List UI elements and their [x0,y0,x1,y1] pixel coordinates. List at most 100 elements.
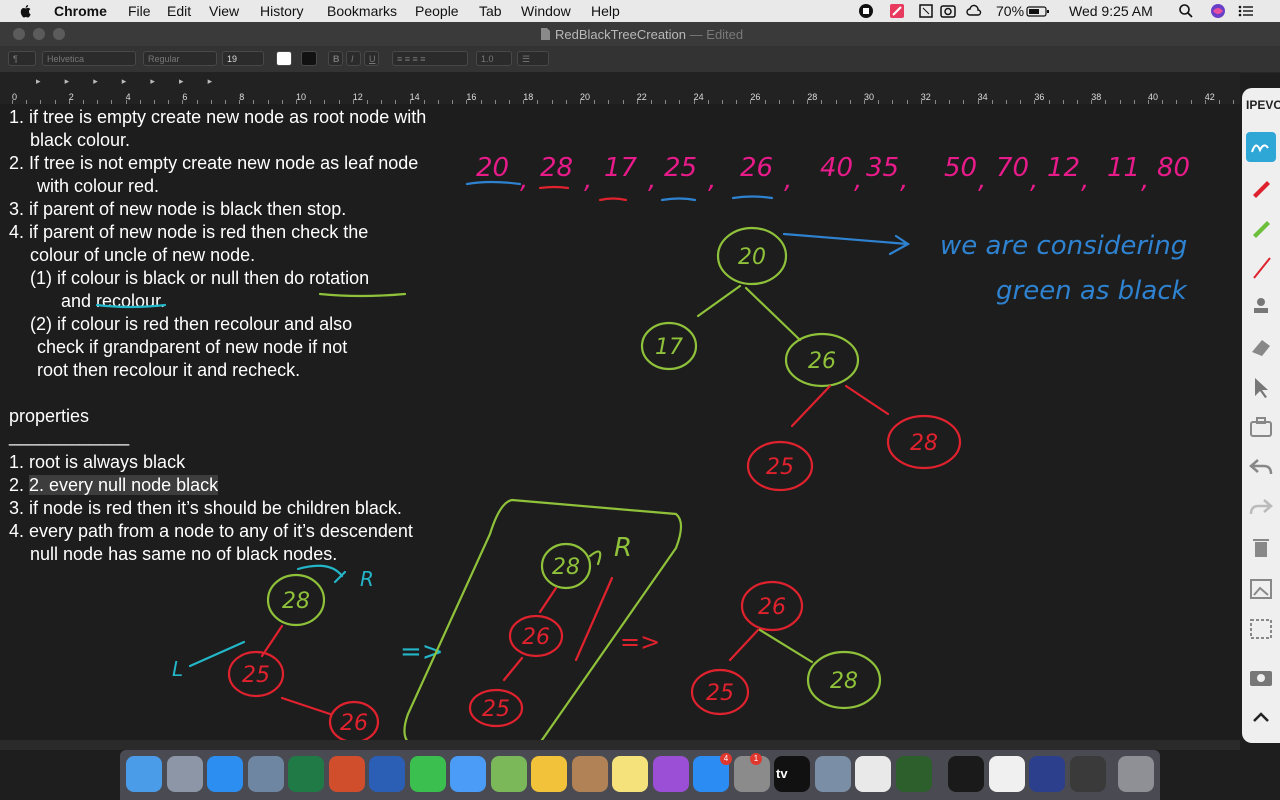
trash-icon[interactable] [1246,532,1276,562]
menu-view[interactable]: View [209,3,239,19]
apple-icon[interactable] [18,3,34,19]
rotation-arc [296,564,344,578]
safari-icon[interactable] [207,756,243,792]
pointer-icon[interactable] [1246,372,1276,402]
camera-icon[interactable] [1246,662,1276,692]
underline-button[interactable]: U [364,51,379,66]
spotlight-search-icon[interactable] [1178,3,1194,19]
annotation-palette: IPEVO [1242,88,1280,743]
textedit-icon[interactable] [988,756,1025,792]
redo-icon[interactable] [1246,492,1276,522]
notification-center-icon[interactable] [1238,3,1254,19]
crop-icon[interactable] [918,3,934,19]
trash-icon[interactable] [1118,756,1154,792]
facetime-icon[interactable] [409,756,446,792]
battery-icon[interactable] [1026,3,1050,19]
notes-icon[interactable] [612,756,648,792]
minimize-window-button[interactable] [33,28,45,40]
activity-icon[interactable] [895,756,932,792]
menu-help[interactable]: Help [591,3,620,19]
green-pen-icon[interactable] [1246,212,1276,242]
bold-button[interactable]: B [328,51,343,66]
sequence-number: 70 [996,153,1029,183]
chrome-icon[interactable] [855,756,891,792]
ruler-tick-label: 10 [296,92,307,102]
sequence-comma: , [1030,165,1038,195]
tab-stop-marker[interactable]: ▸ [179,76,184,87]
cloud-icon[interactable] [966,3,982,19]
camera-icon[interactable] [940,3,956,19]
clock[interactable]: Wed 9:25 AM [1069,3,1153,19]
zoom-window-button[interactable] [53,28,65,40]
annotate-icon[interactable] [889,3,905,19]
contacts-icon[interactable] [571,756,608,792]
tree-edge [502,656,524,682]
app-menu[interactable]: Chrome [54,3,107,19]
menu-edit[interactable]: Edit [167,3,191,19]
tree-node-label: 25 [706,681,734,706]
record-icon[interactable] [858,3,874,19]
ruler-tick-label: 42 [1204,92,1215,102]
note-text: we are considering [940,231,1187,261]
list-style-select[interactable]: ☰ [517,51,549,66]
font-family-select[interactable]: Helvetica [42,51,136,66]
italic-button[interactable]: I [346,51,361,66]
tab-stop-marker[interactable]: ▸ [36,76,41,87]
sequence-underline [660,197,697,202]
word-icon[interactable] [369,756,405,792]
sequence-number: 25 [664,153,697,183]
menu-history[interactable]: History [260,3,304,19]
menu-window[interactable]: Window [521,3,571,19]
tab-stop-marker[interactable]: ▸ [150,76,155,87]
document-area[interactable]: 1. if tree is empty create new node as r… [0,104,1240,740]
menu-tab[interactable]: Tab [479,3,502,19]
text-color-swatch[interactable] [276,51,292,66]
undo-icon[interactable] [1246,452,1276,482]
powerpoint-icon[interactable] [328,756,365,792]
image-capture-icon[interactable] [814,756,851,792]
screenshot-icon[interactable] [1069,756,1106,792]
tab-stop-marker[interactable]: ▸ [208,76,213,87]
messages-icon[interactable] [450,756,486,792]
red-line-icon[interactable] [1246,252,1276,282]
tree-edge [280,696,332,716]
tab-stop-marker[interactable]: ▸ [65,76,70,87]
excel-icon[interactable] [288,756,324,792]
tree-edge [696,284,742,318]
tree-node-label: 25 [242,663,270,688]
collapse-chevron-icon[interactable] [1246,702,1276,732]
finder-icon[interactable] [126,756,162,792]
ruler-tick-label: 36 [1034,92,1045,102]
rotation-box [403,498,683,740]
menu-file[interactable]: File [128,3,151,19]
siri-icon[interactable] [1210,3,1226,19]
terminal-icon[interactable] [948,756,984,792]
font-size-field[interactable]: 19 [222,51,264,66]
close-window-button[interactable] [13,28,25,40]
preview-icon[interactable] [247,756,284,792]
toolbox-icon[interactable] [1246,412,1276,442]
ruler[interactable]: 0 2 4 6 8 10 12 14 16 18 20 22 24 26 28 30 32 34 36 38 40 42 ▸… [0,72,1249,104]
alignment-buttons[interactable]: ≡ ≡ ≡ ≡ [392,51,468,66]
eraser-icon[interactable] [1246,332,1276,362]
launchpad-icon[interactable] [166,756,203,792]
sequence-number: 17 [604,153,638,183]
quicktime-icon[interactable] [1029,756,1065,792]
capture-region-icon[interactable] [1246,614,1276,644]
screenshot-icon[interactable] [1246,574,1276,604]
horizontal-scrollbar[interactable] [0,740,1240,750]
font-style-select[interactable]: Regular [143,51,217,66]
tab-stop-marker[interactable]: ▸ [93,76,98,87]
stamp-icon[interactable] [1246,292,1276,322]
red-pen-icon[interactable] [1246,172,1276,202]
menu-people[interactable]: People [415,3,459,19]
menu-bookmarks[interactable]: Bookmarks [327,3,397,19]
maps-icon[interactable] [490,756,527,792]
photos-icon[interactable] [531,756,567,792]
podcasts-icon[interactable] [652,756,689,792]
handwriting-icon[interactable] [1246,132,1276,162]
paragraph-style-dropdown[interactable]: ¶ [8,51,36,66]
line-spacing-select[interactable]: 1.0 [476,51,512,66]
tab-stop-marker[interactable]: ▸ [122,76,127,87]
highlight-color-swatch[interactable] [301,51,317,66]
